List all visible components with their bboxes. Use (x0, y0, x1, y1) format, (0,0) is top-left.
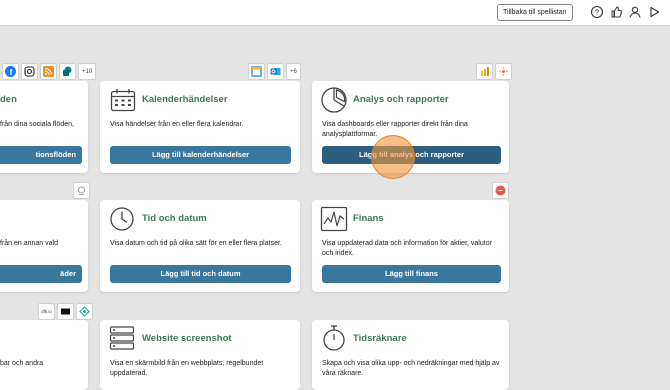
social-sources: f +10 (2, 63, 97, 80)
card-description: Visa händelser från en eller flera kalen… (110, 121, 244, 128)
add-embed-button[interactable]: äder (0, 265, 82, 283)
dark-provider-icon (57, 303, 74, 320)
card-description: Skapa och visa olika upp- och nedräkning… (322, 360, 500, 377)
server-icon (109, 326, 135, 350)
embed-card[interactable]: från en annan vald äder (0, 200, 88, 292)
website-screenshot-card[interactable]: Website screenshot Visa en skärmbild frå… (100, 320, 300, 390)
card-description: bar och andra (0, 360, 44, 367)
web-icon (73, 182, 90, 199)
countdown-card[interactable]: Tidsräknare Skapa och visa olika upp- oc… (312, 320, 509, 390)
help-icon[interactable]: ? (590, 5, 604, 19)
power-bi-icon (476, 63, 493, 80)
card-description: från en annan vald (0, 240, 58, 247)
calendar-card[interactable]: Kalenderhändelser Visa händelser från en… (100, 81, 300, 173)
card-title: Website screenshot (142, 333, 232, 344)
card-title: Tidsräknare (353, 333, 407, 344)
teal-provider-icon (76, 303, 93, 320)
user-icon[interactable] (628, 5, 642, 19)
facebook-icon: f (2, 63, 19, 80)
finance-card[interactable]: Finans Visa uppdaterad data och informat… (312, 200, 509, 292)
card-description: Visa dashboards eller rapporter direkt f… (322, 121, 468, 138)
outlook-icon (267, 63, 284, 80)
finance-sources (492, 182, 509, 199)
play-icon[interactable] (647, 5, 661, 19)
more-sources-badge: +6 (286, 63, 301, 80)
pie-chart-icon (321, 87, 347, 113)
card-description: Visa en skärmbild från en webbplats, reg… (110, 360, 264, 377)
card-description: Visa uppdaterad data och information för… (322, 240, 492, 257)
click-highlight (371, 135, 415, 179)
card-title: Kalenderhändelser (142, 94, 228, 105)
clock-icon (110, 207, 134, 231)
card-description: från dina sociala flöden, (0, 121, 74, 128)
time-date-card[interactable]: Tid och datum Visa datum och tid på olik… (100, 200, 300, 292)
add-calendar-button[interactable]: Lägg till kalenderhändelser (110, 146, 291, 164)
stopwatch-icon (323, 325, 345, 351)
provider-badge: dfk.io (38, 303, 55, 320)
card-title: Analys och rapporter (353, 94, 449, 105)
calendar-sources: +6 (248, 63, 301, 80)
add-finance-button[interactable]: Lägg till finans (322, 265, 501, 283)
partial-card[interactable]: bar och andra (0, 320, 88, 390)
add-social-button[interactable]: tionsflöden (0, 146, 82, 164)
rss-icon (40, 63, 57, 80)
sharepoint-icon (59, 63, 76, 80)
card-description: Visa datum och tid på olika sätt för en … (110, 240, 282, 247)
back-to-playlist-button[interactable]: Tillbaka till spellistan (497, 4, 573, 21)
svg-text:?: ? (595, 8, 599, 17)
stock-chart-icon (320, 206, 348, 232)
looker-icon (495, 63, 512, 80)
more-sources-badge: +10 (78, 63, 97, 80)
add-time-date-button[interactable]: Lägg till tid och datum (110, 265, 291, 283)
card-title: Tid och datum (142, 213, 207, 224)
analytics-sources (476, 63, 512, 80)
card-title: den (0, 94, 17, 105)
social-card[interactable]: den från dina sociala flöden, tionsflöde… (0, 81, 88, 173)
thumbs-up-icon[interactable] (609, 5, 623, 19)
top-bar: Tillbaka till spellistan ? (0, 0, 670, 26)
finance-provider-icon (492, 182, 509, 199)
svg-text:f: f (10, 68, 13, 77)
card-title: Finans (353, 213, 384, 224)
instagram-icon (21, 63, 38, 80)
calendar-icon (110, 89, 136, 112)
google-calendar-icon (248, 63, 265, 80)
partial-sources: dfk.io (38, 303, 93, 320)
embed-sources (73, 182, 90, 199)
